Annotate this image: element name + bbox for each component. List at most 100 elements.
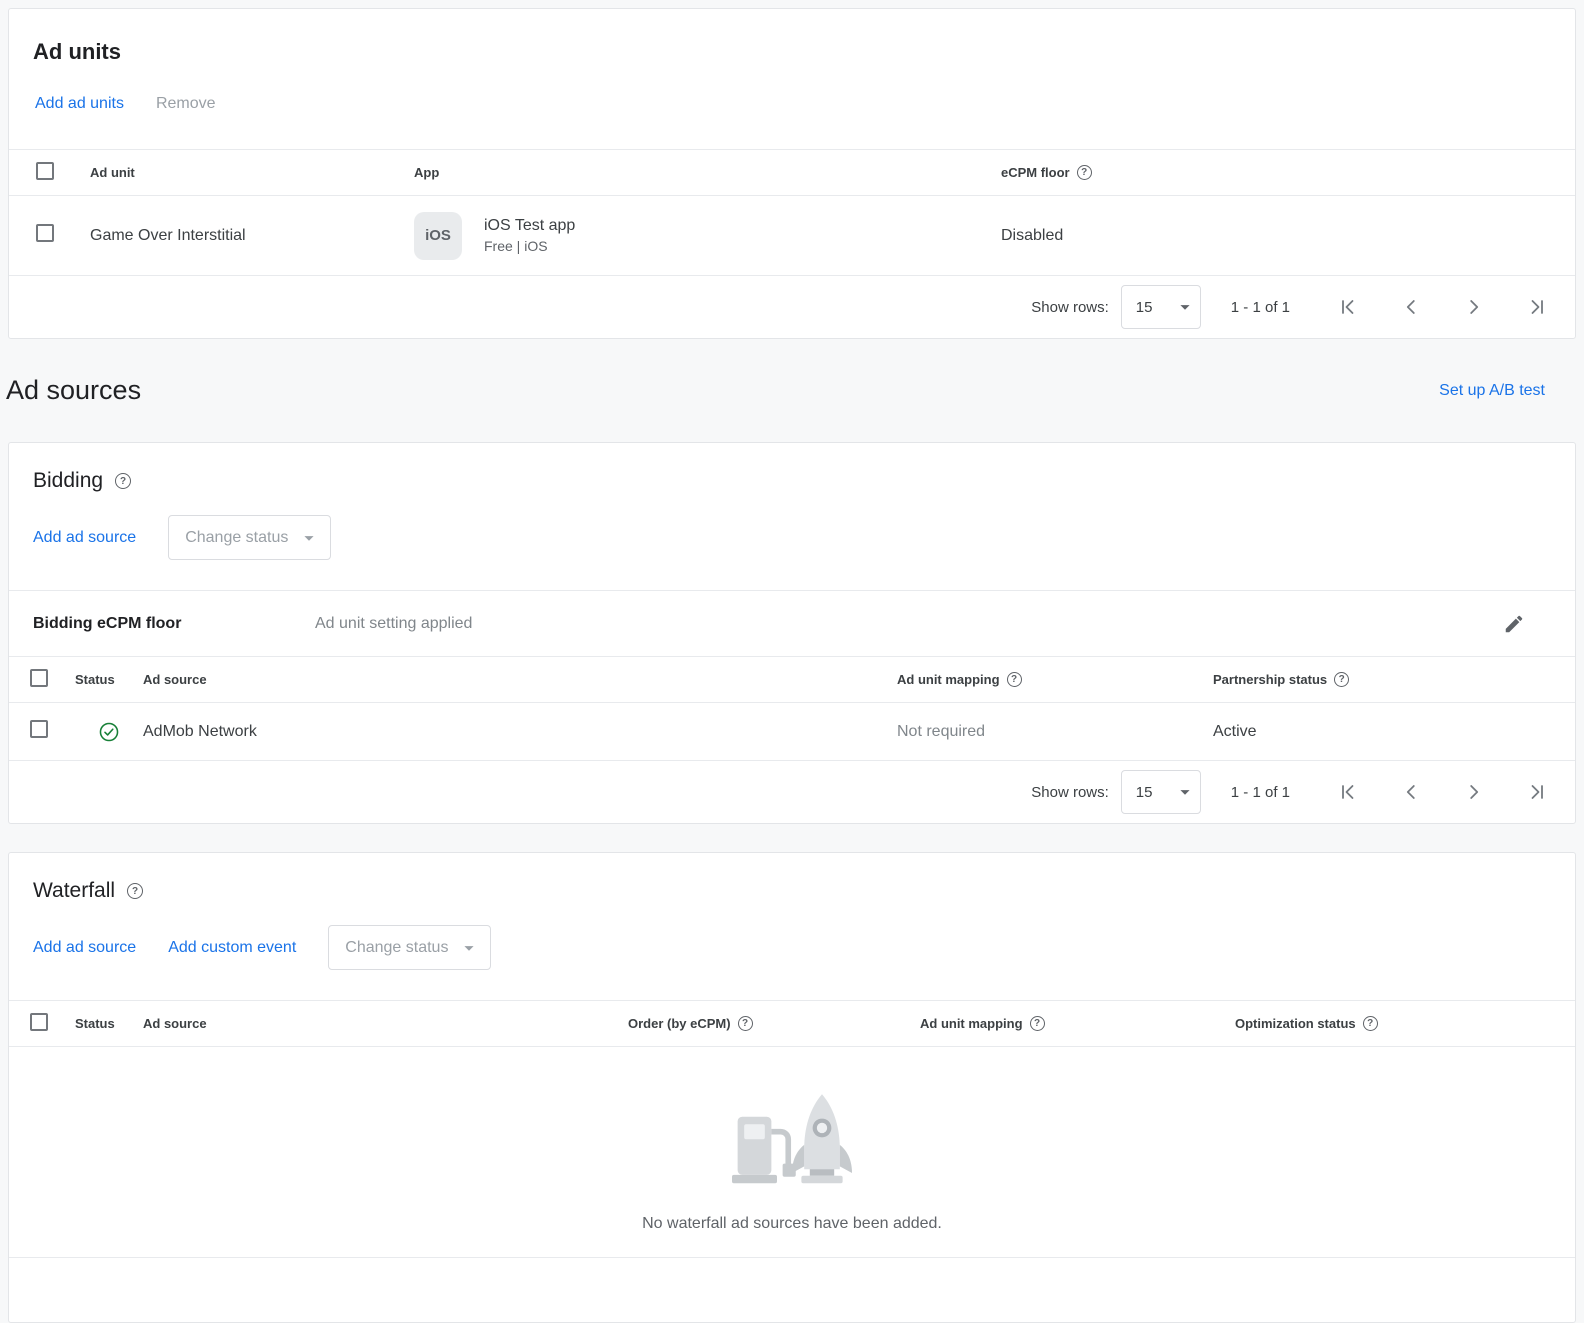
rows-per-page-select[interactable]: 15 — [1121, 285, 1201, 329]
add-ad-source-link[interactable]: Add ad source — [33, 939, 136, 957]
status-active-icon — [75, 721, 143, 743]
waterfall-table-header: Status Ad source Order (by eCPM) ? Ad un… — [9, 1000, 1575, 1047]
arrow-drop-down-icon — [1174, 781, 1196, 803]
change-status-label: Change status — [185, 529, 288, 547]
change-status-button[interactable]: Change status — [168, 515, 331, 560]
column-ecpm-floor: eCPM floor ? — [1001, 165, 1575, 180]
pagination-nav — [1336, 780, 1549, 804]
help-icon[interactable]: ? — [1030, 1016, 1045, 1031]
arrow-drop-down-icon — [1174, 296, 1196, 318]
help-icon[interactable]: ? — [127, 883, 143, 899]
add-ad-units-link[interactable]: Add ad units — [35, 95, 124, 113]
column-ad-unit-mapping-label: Ad unit mapping — [920, 1016, 1023, 1031]
rows-per-page-select[interactable]: 15 — [1121, 770, 1201, 814]
previous-page-button[interactable] — [1399, 780, 1423, 804]
next-page-button[interactable] — [1462, 295, 1486, 319]
ad-units-card: Ad units Add ad units Remove Ad unit App… — [8, 8, 1576, 339]
column-partnership-status-label: Partnership status — [1213, 672, 1327, 687]
ad-units-table-header: Ad unit App eCPM floor ? — [9, 149, 1575, 196]
help-icon[interactable]: ? — [1334, 672, 1349, 687]
bidding-ecpm-floor-value: Ad unit setting applied — [315, 615, 472, 633]
change-status-button[interactable]: Change status — [328, 925, 491, 970]
ad-units-pagination: Show rows: 15 1 - 1 of 1 — [9, 276, 1575, 338]
help-icon[interactable]: ? — [1077, 165, 1092, 180]
arrow-drop-down-icon — [298, 527, 320, 549]
bidding-ecpm-floor-row: Bidding eCPM floor Ad unit setting appli… — [9, 590, 1575, 656]
first-page-button[interactable] — [1336, 295, 1360, 319]
column-ecpm-floor-label: eCPM floor — [1001, 165, 1070, 180]
rows-per-page-value: 15 — [1136, 784, 1153, 801]
select-all-checkbox[interactable] — [30, 1013, 48, 1031]
help-icon[interactable]: ? — [738, 1016, 753, 1031]
rocket-fuel-pump-illustration — [717, 1081, 867, 1203]
ad-source-name: AdMob Network — [143, 723, 897, 741]
waterfall-empty-message: No waterfall ad sources have been added. — [642, 1215, 942, 1233]
edit-icon[interactable] — [1503, 613, 1525, 635]
bidding-title-row: Bidding ? — [9, 443, 1575, 493]
setup-ab-test-link[interactable]: Set up A/B test — [1439, 382, 1545, 400]
ad-sources-section-header: Ad sources Set up A/B test — [0, 339, 1584, 442]
waterfall-title: Waterfall — [33, 879, 115, 903]
previous-page-button[interactable] — [1399, 295, 1423, 319]
change-status-label: Change status — [345, 939, 448, 957]
column-ad-unit-mapping: Ad unit mapping ? — [897, 672, 1213, 687]
first-page-button[interactable] — [1336, 780, 1360, 804]
bidding-row[interactable]: AdMob Network Not required Active — [9, 703, 1575, 761]
ad-sources-title: Ad sources — [6, 375, 141, 406]
bidding-card: Bidding ? Add ad source Change status Bi… — [8, 442, 1576, 824]
add-ad-source-link[interactable]: Add ad source — [33, 529, 136, 547]
ad-unit-mapping-value: Not required — [897, 723, 1213, 741]
waterfall-actions: Add ad source Add custom event Change st… — [9, 903, 1575, 1000]
bidding-actions: Add ad source Change status — [9, 493, 1575, 590]
column-ad-unit-mapping-label: Ad unit mapping — [897, 672, 1000, 687]
arrow-drop-down-icon — [458, 937, 480, 959]
waterfall-card: Waterfall ? Add ad source Add custom eve… — [8, 852, 1576, 1323]
row-checkbox[interactable] — [36, 224, 54, 242]
last-page-button[interactable] — [1525, 295, 1549, 319]
column-ad-source: Ad source — [143, 672, 897, 687]
column-optimization-status-label: Optimization status — [1235, 1016, 1356, 1031]
rows-per-page-value: 15 — [1136, 299, 1153, 316]
bidding-table-header: Status Ad source Ad unit mapping ? Partn… — [9, 656, 1575, 703]
pagination-range: 1 - 1 of 1 — [1231, 784, 1290, 801]
help-icon[interactable]: ? — [115, 473, 131, 489]
column-optimization-status: Optimization status ? — [1235, 1016, 1575, 1031]
show-rows-label: Show rows: — [1031, 784, 1109, 801]
column-status: Status — [75, 1016, 143, 1031]
column-ad-unit-mapping: Ad unit mapping ? — [920, 1016, 1235, 1031]
last-page-button[interactable] — [1525, 780, 1549, 804]
ecpm-floor-value: Disabled — [1001, 227, 1575, 245]
add-custom-event-link[interactable]: Add custom event — [168, 939, 296, 957]
pagination-range: 1 - 1 of 1 — [1231, 299, 1290, 316]
ad-units-title-row: Ad units — [9, 9, 1575, 65]
waterfall-title-row: Waterfall ? — [9, 853, 1575, 903]
ad-unit-row[interactable]: Game Over Interstitial iOS iOS Test app … — [9, 196, 1575, 276]
bidding-pagination: Show rows: 15 1 - 1 of 1 — [9, 761, 1575, 823]
ad-units-actions: Add ad units Remove — [9, 65, 1575, 149]
column-status: Status — [75, 672, 143, 687]
show-rows-label: Show rows: — [1031, 299, 1109, 316]
select-all-checkbox[interactable] — [30, 669, 48, 687]
bidding-title: Bidding — [33, 469, 103, 493]
app-text: iOS Test app Free | iOS — [484, 217, 575, 254]
next-page-button[interactable] — [1462, 780, 1486, 804]
app-cell: iOS iOS Test app Free | iOS — [414, 212, 1001, 260]
partnership-status-value: Active — [1213, 723, 1575, 741]
pagination-nav — [1336, 295, 1549, 319]
app-name: iOS Test app — [484, 217, 575, 235]
select-all-checkbox[interactable] — [36, 162, 54, 180]
column-partnership-status: Partnership status ? — [1213, 672, 1575, 687]
ios-app-icon: iOS — [414, 212, 462, 260]
waterfall-empty-state: No waterfall ad sources have been added. — [9, 1047, 1575, 1258]
column-app: App — [414, 165, 1001, 180]
column-order-label: Order (by eCPM) — [628, 1016, 731, 1031]
row-checkbox[interactable] — [30, 720, 48, 738]
column-ad-unit: Ad unit — [90, 165, 414, 180]
ad-units-title: Ad units — [33, 39, 121, 65]
help-icon[interactable]: ? — [1007, 672, 1022, 687]
app-meta: Free | iOS — [484, 238, 575, 254]
remove-link[interactable]: Remove — [156, 95, 216, 113]
bidding-ecpm-floor-label: Bidding eCPM floor — [33, 615, 315, 633]
column-order: Order (by eCPM) ? — [628, 1016, 920, 1031]
help-icon[interactable]: ? — [1363, 1016, 1378, 1031]
